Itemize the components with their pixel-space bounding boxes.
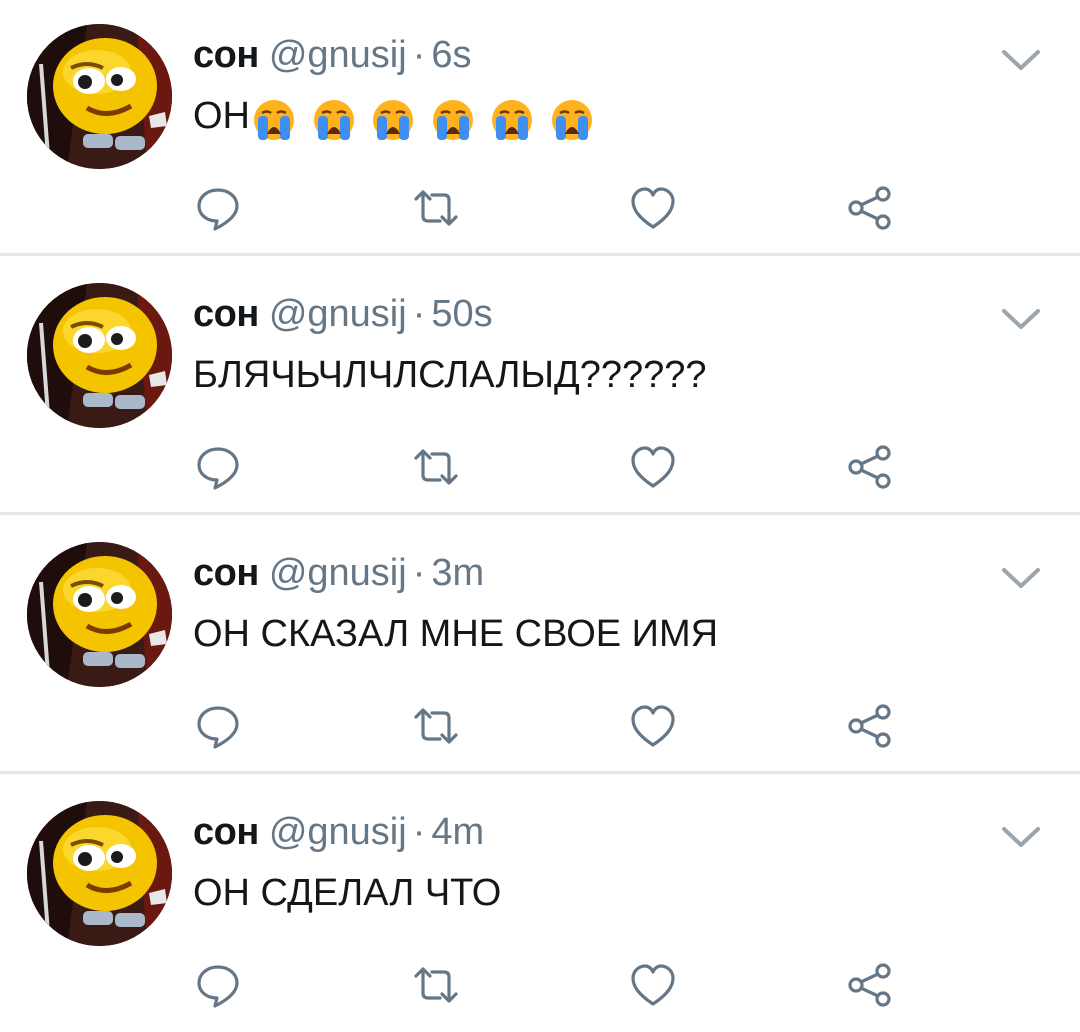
heart-icon[interactable] [628,701,678,751]
user-handle[interactable]: @gnusij [269,34,407,76]
loudly-crying-face-emoji [432,99,473,140]
retweet-icon[interactable] [411,183,461,233]
separator: · [412,34,426,76]
reply-icon[interactable] [193,701,243,751]
retweet-icon[interactable] [411,442,461,492]
chevron-down-icon[interactable] [996,558,1046,598]
retweet-icon[interactable] [411,701,461,751]
share-icon[interactable] [845,960,895,1010]
tweet[interactable]: сон @gnusij · 4m ОН СДЕЛАЛ ЧТО [0,777,1080,1032]
tweet-actions [0,183,1080,233]
loudly-crying-face-emoji [254,99,294,140]
user-handle[interactable]: @gnusij [269,811,407,853]
tweet-header: сон @gnusij · 4m [193,807,484,857]
timestamp[interactable]: 3m [431,552,484,594]
display-name[interactable]: сон [193,34,259,76]
divider [0,771,1080,774]
display-name[interactable]: сон [193,552,259,594]
tweet-text: БЛЯЧЬЧЛЧЛСЛАЛЫД?????? [193,354,707,396]
tweet-header: сон @gnusij · 3m [193,548,484,598]
timestamp[interactable]: 6s [431,34,471,76]
retweet-icon[interactable] [411,960,461,1010]
heart-icon[interactable] [628,960,678,1010]
separator: · [412,811,426,853]
user-handle[interactable]: @gnusij [269,293,407,335]
tweet[interactable]: сон @gnusij · 6s ОН [0,0,1080,255]
share-icon[interactable] [845,701,895,751]
chevron-down-icon[interactable] [996,817,1046,857]
divider [0,253,1080,256]
chevron-down-icon[interactable] [996,40,1046,80]
timestamp[interactable]: 4m [431,811,484,853]
heart-icon[interactable] [628,442,678,492]
reply-icon[interactable] [193,960,243,1010]
loudly-crying-face-emoji [492,99,533,140]
reply-icon[interactable] [193,183,243,233]
tweet-actions [0,442,1080,492]
tweet-feed: сон @gnusij · 6s ОН сон @gnusij · 50s БЛ… [0,0,1080,1018]
loudly-crying-face-emoji [551,99,592,140]
tweet[interactable]: сон @gnusij · 3m ОН СКАЗАЛ МНЕ СВОЕ ИМЯ [0,518,1080,773]
display-name[interactable]: сон [193,811,259,853]
tweet-text: ОН СКАЗАЛ МНЕ СВОЕ ИМЯ [193,613,719,655]
reply-icon[interactable] [193,442,243,492]
tweet-actions [0,701,1080,751]
tweet-text-content: ОН [193,95,250,137]
avatar[interactable] [27,542,172,687]
avatar[interactable] [27,24,172,169]
share-icon[interactable] [845,442,895,492]
loudly-crying-face-emoji [313,99,354,140]
tweet-text: ОН СДЕЛАЛ ЧТО [193,872,502,914]
user-handle[interactable]: @gnusij [269,552,407,594]
avatar[interactable] [27,801,172,946]
timestamp[interactable]: 50s [431,293,492,335]
chevron-down-icon[interactable] [996,299,1046,339]
emoji-row [252,92,599,144]
tweet-header: сон @gnusij · 50s [193,289,493,339]
share-icon[interactable] [845,183,895,233]
heart-icon[interactable] [628,183,678,233]
avatar[interactable] [27,283,172,428]
divider [0,512,1080,515]
separator: · [412,552,426,594]
tweet-text: ОН [193,90,599,144]
tweet-header: сон @gnusij · 6s [193,30,471,80]
tweet-actions [0,960,1080,1010]
tweet[interactable]: сон @gnusij · 50s БЛЯЧЬЧЛЧЛСЛАЛЫД?????? [0,259,1080,514]
display-name[interactable]: сон [193,293,259,335]
separator: · [412,293,426,335]
loudly-crying-face-emoji [373,99,414,140]
